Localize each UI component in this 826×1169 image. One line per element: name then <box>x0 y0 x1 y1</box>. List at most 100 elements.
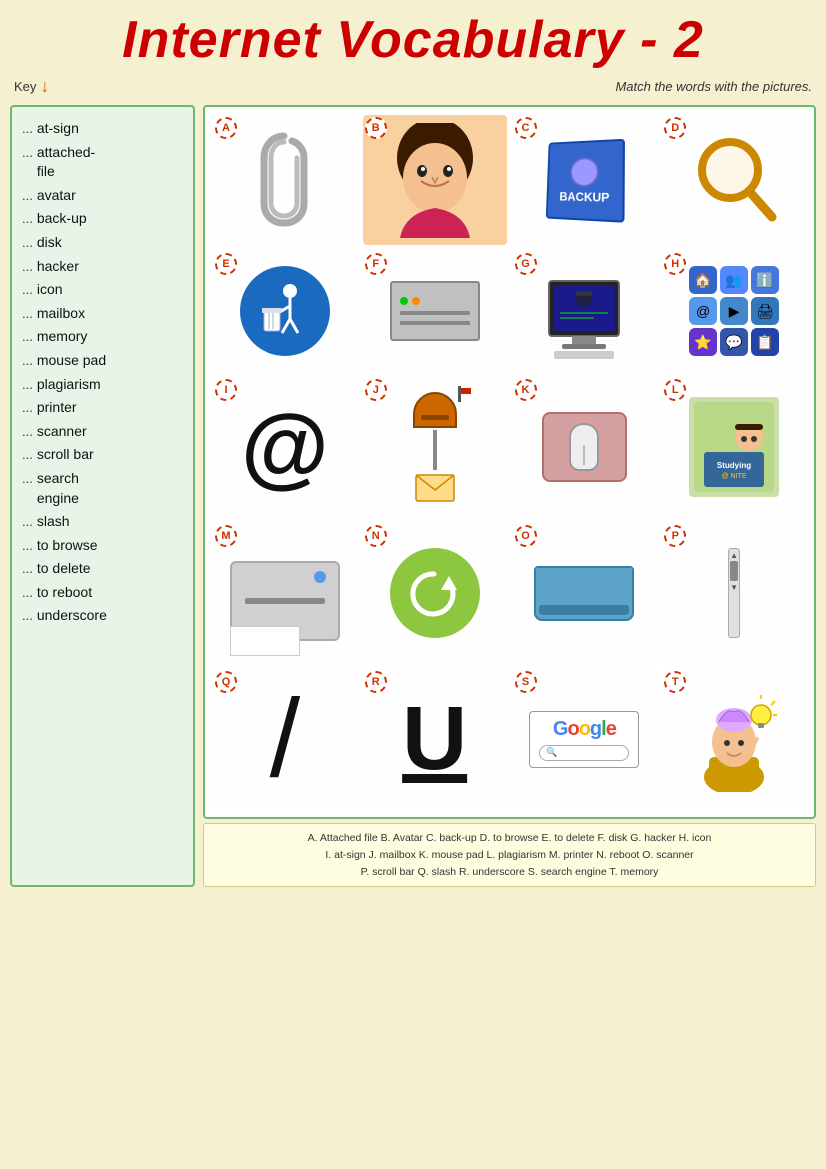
list-item: ... memory <box>22 327 183 347</box>
answer-key-line-3: P. scroll bar Q. slash R. underscore S. … <box>212 864 807 881</box>
server-stripe-2 <box>400 321 470 325</box>
dots-4: ... <box>22 234 33 252</box>
answer-key-line-1: A. Attached file B. Avatar C. back-up D.… <box>212 830 807 847</box>
server-stripe <box>400 311 470 315</box>
led-green <box>400 297 408 305</box>
cell-T: T <box>662 669 806 809</box>
label-F: F <box>365 253 387 275</box>
cell-B: B <box>363 115 507 245</box>
label-I: I <box>215 379 237 401</box>
svg-text:@ NITE: @ NITE <box>722 473 747 480</box>
dots-1: ... <box>22 144 33 162</box>
mailbox-icon <box>413 392 457 502</box>
label-S: S <box>515 671 537 693</box>
cell-G: G <box>513 251 657 371</box>
dots-7: ... <box>22 305 33 323</box>
scrollbar-icon: ▲ ▼ <box>728 548 740 638</box>
dots-18: ... <box>22 584 33 602</box>
cell-E: E <box>213 251 357 371</box>
list-item: ... underscore <box>22 606 183 626</box>
label-A: A <box>215 117 237 139</box>
vocab-word-1: attached-file <box>37 143 95 182</box>
icon-sms: 💬 <box>720 328 748 356</box>
label-L: L <box>664 379 686 401</box>
list-item: ... to delete <box>22 559 183 579</box>
icon-info: ℹ️ <box>751 266 779 294</box>
printer-button <box>314 571 326 583</box>
dots-15: ... <box>22 513 33 531</box>
vocab-word-6: icon <box>37 280 63 300</box>
main-content: ... at-sign ... attached-file ... avatar… <box>10 105 816 887</box>
magnifier-icon <box>692 135 777 225</box>
mailbox-flag <box>458 386 461 402</box>
cell-F: F <box>363 251 507 371</box>
studying-plagiarism-icon: Studying @ NITE <box>689 397 779 497</box>
vocab-word-9: mouse pad <box>37 351 106 371</box>
vocab-word-17: to delete <box>37 559 91 579</box>
cell-S: S Google 🔍 <box>513 669 657 809</box>
list-item: ... disk <box>22 233 183 253</box>
page-wrapper: Internet Vocabulary - 2 Key ↓ Match the … <box>0 0 826 1169</box>
mouse-pad-icon <box>542 412 627 482</box>
label-J: J <box>365 379 387 401</box>
label-G: G <box>515 253 537 275</box>
label-N: N <box>365 525 387 547</box>
dots-5: ... <box>22 258 33 276</box>
list-item: ... scroll bar <box>22 445 183 465</box>
label-M: M <box>215 525 237 547</box>
vocab-word-4: disk <box>37 233 62 253</box>
list-item: ... to browse <box>22 536 183 556</box>
cell-R: R U <box>363 669 507 809</box>
list-item: ... mailbox <box>22 304 183 324</box>
picture-row-3: I @ J <box>213 377 806 517</box>
answer-key: A. Attached file B. Avatar C. back-up D.… <box>203 823 816 887</box>
vocab-word-12: scanner <box>37 422 87 442</box>
list-item: ... mouse pad <box>22 351 183 371</box>
vocab-word-5: hacker <box>37 257 79 277</box>
label-C: C <box>515 117 537 139</box>
label-P: P <box>664 525 686 547</box>
reboot-svg <box>407 566 462 621</box>
google-search-bar: 🔍 <box>539 745 629 761</box>
cell-J: J <box>363 377 507 517</box>
scanner-bottom <box>539 605 629 615</box>
list-item: ... searchengine <box>22 469 183 508</box>
icon-star: ⭐ <box>689 328 717 356</box>
key-label: Key ↓ <box>14 76 49 97</box>
dots-3: ... <box>22 210 33 228</box>
printer-icon <box>230 561 340 641</box>
vocab-word-0: at-sign <box>37 119 79 139</box>
label-Q: Q <box>215 671 237 693</box>
dots-16: ... <box>22 537 33 555</box>
answer-key-line-2: I. at-sign J. mailbox K. mouse pad L. pl… <box>212 847 807 864</box>
scanner-icon <box>534 566 634 621</box>
list-item: ... hacker <box>22 257 183 277</box>
dots-2: ... <box>22 187 33 205</box>
underscore-u-icon: U <box>402 694 467 784</box>
cell-I: I @ <box>213 377 357 517</box>
hacker-icon <box>534 261 634 361</box>
scroll-up-arrow: ▲ <box>730 551 738 559</box>
cell-M: M <box>213 523 357 663</box>
icon-people: 👥 <box>720 266 748 294</box>
mailbox-head <box>413 392 457 428</box>
cell-O: O <box>513 523 657 663</box>
list-item: ... plagiarism <box>22 375 183 395</box>
studying-svg: Studying @ NITE <box>694 402 774 492</box>
avatar-face-icon <box>385 123 485 238</box>
cell-C: C BACKUP <box>513 115 657 245</box>
picture-area-wrapper: A B <box>203 105 816 887</box>
list-item: ... avatar <box>22 186 183 206</box>
dots-0: ... <box>22 120 33 138</box>
dots-6: ... <box>22 281 33 299</box>
instruction-text: Match the words with the pictures. <box>615 79 812 94</box>
page-title: Internet Vocabulary - 2 <box>10 10 816 70</box>
svg-text:Studying: Studying <box>717 461 751 470</box>
led-row <box>400 297 470 305</box>
server-disk-icon <box>390 281 480 341</box>
paperclip-icon <box>252 128 317 233</box>
cell-H: H 🏠 👥 ℹ️ @ ▶ 🖨 ⭐ 💬 📋 <box>662 251 806 371</box>
picture-row-5: Q / R U S Google <box>213 669 806 809</box>
label-H: H <box>664 253 686 275</box>
vocab-word-2: avatar <box>37 186 76 206</box>
